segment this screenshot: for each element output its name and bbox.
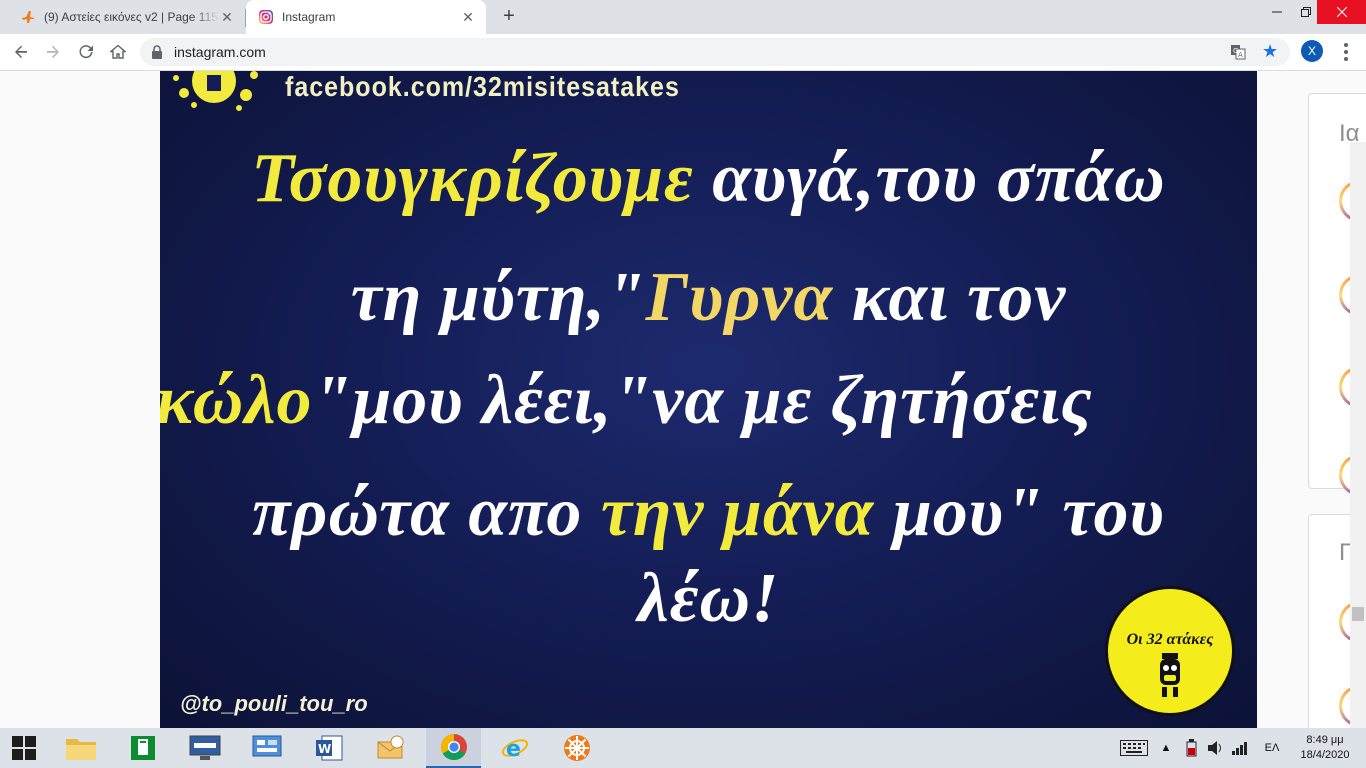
control-panel-icon (252, 735, 282, 757)
quote-line-2: τη μύτη,"Γυρνα και τον (350, 259, 1067, 336)
instagram-icon (258, 9, 274, 25)
profile-avatar[interactable]: X (1301, 40, 1323, 62)
browser-menu-icon[interactable] (1334, 40, 1358, 64)
scrollbar-thumb[interactable] (1352, 607, 1364, 621)
tab-astees-eikones[interactable]: (9) Αστείες εικόνες v2 | Page 115 ✕ (8, 0, 245, 34)
url-text: instagram.com (174, 44, 266, 60)
lenovo-monitor-icon (189, 735, 221, 760)
svg-text:A: A (1238, 51, 1243, 59)
page-scrollbar[interactable] (1350, 142, 1366, 728)
svg-text:e: e (506, 737, 521, 762)
back-button[interactable] (9, 40, 33, 64)
start-button[interactable] (0, 728, 48, 768)
word-button[interactable]: W (305, 728, 353, 768)
svg-text:W: W (318, 742, 331, 756)
keyboard-icon[interactable] (1116, 728, 1152, 768)
32-atakes-logo: Οι 32 ατάκες (1105, 586, 1235, 716)
plane-icon (20, 9, 36, 25)
battery-plug-icon[interactable] (1180, 728, 1202, 768)
file-explorer-button[interactable] (57, 728, 105, 768)
address-bar[interactable]: instagram.com GA ★ (140, 38, 1290, 66)
folder-icon (66, 739, 96, 760)
store-icon (131, 736, 155, 760)
store-button[interactable] (119, 728, 167, 768)
input-language[interactable]: ΕΛ (1258, 728, 1286, 768)
translate-icon[interactable]: GA (1230, 44, 1246, 60)
home-icon (110, 44, 126, 59)
logo-text: Οι 32 ατάκες (1126, 631, 1214, 648)
chrome-button[interactable] (426, 728, 481, 768)
new-tab-button[interactable]: + (498, 6, 520, 28)
reload-button[interactable] (74, 40, 98, 64)
post-image[interactable]: facebook.com/32misitesatakes Τσουγκρίζου… (160, 71, 1257, 728)
tab-title: (9) Αστείες εικόνες v2 | Page 115 (44, 10, 218, 24)
quote-line-4: πρώτα απο την μάνα μου" του (252, 474, 1165, 551)
close-tab-icon[interactable]: ✕ (460, 9, 476, 25)
browser-toolbar: instagram.com GA ★ X (0, 34, 1366, 71)
tab-strip: (9) Αστείες εικόνες v2 | Page 115 ✕ Inst… (0, 0, 1366, 34)
mail-clock-icon (377, 735, 404, 759)
facebook-watermark: facebook.com/32misitesatakes (285, 71, 680, 103)
forward-arrow-icon (47, 45, 59, 58)
tray-chevron-icon[interactable]: ▲ (1158, 728, 1174, 768)
control-panel-button[interactable] (243, 728, 291, 768)
author-handle: @to_pouli_tou_ro (180, 691, 368, 716)
quote-line-1: Τσουγκρίζουμε αυγά,του σπάω (251, 140, 1166, 217)
windows-logo-icon (12, 736, 36, 760)
close-window-button[interactable] (1317, 0, 1366, 24)
outlook-button[interactable] (367, 728, 415, 768)
lenovo-app-button[interactable] (181, 728, 229, 768)
tab-instagram[interactable]: Instagram ✕ (246, 0, 486, 34)
instagram-page: facebook.com/32misitesatakes Τσουγκρίζου… (0, 71, 1366, 728)
back-arrow-icon (15, 45, 27, 58)
system-clock[interactable]: 8:49 μμ 18/4/2020 (1294, 733, 1356, 763)
chrome-icon (440, 733, 467, 761)
quote-line-3: κώλο"μου λέει,"να με ζητήσεις (160, 362, 1093, 439)
home-button[interactable] (106, 40, 130, 64)
tab-title: Instagram (282, 10, 336, 24)
quote-line-5: λέω! (637, 560, 780, 637)
clock-time: 8:49 μμ (1306, 734, 1344, 746)
volume-icon[interactable] (1205, 728, 1227, 768)
ship-wheel-icon (564, 735, 590, 761)
clock-date: 18/4/2020 (1300, 749, 1350, 761)
reload-icon (79, 45, 93, 59)
network-signal-icon[interactable] (1229, 728, 1251, 768)
forward-button[interactable] (41, 40, 65, 64)
mascot-icon (1160, 653, 1180, 697)
word-icon: W (316, 735, 343, 761)
ie-icon: e (501, 737, 529, 762)
internet-explorer-button[interactable]: e (491, 728, 539, 768)
splat-logo-icon (173, 71, 258, 111)
lock-icon (152, 45, 162, 59)
close-tab-icon[interactable]: ✕ (219, 9, 235, 25)
bookmark-star-icon[interactable]: ★ (1262, 41, 1278, 62)
helm-app-button[interactable] (553, 728, 601, 768)
windows-taskbar: W e ▲ ΕΛ 8:49 μμ 18/4/2020 (0, 728, 1366, 768)
